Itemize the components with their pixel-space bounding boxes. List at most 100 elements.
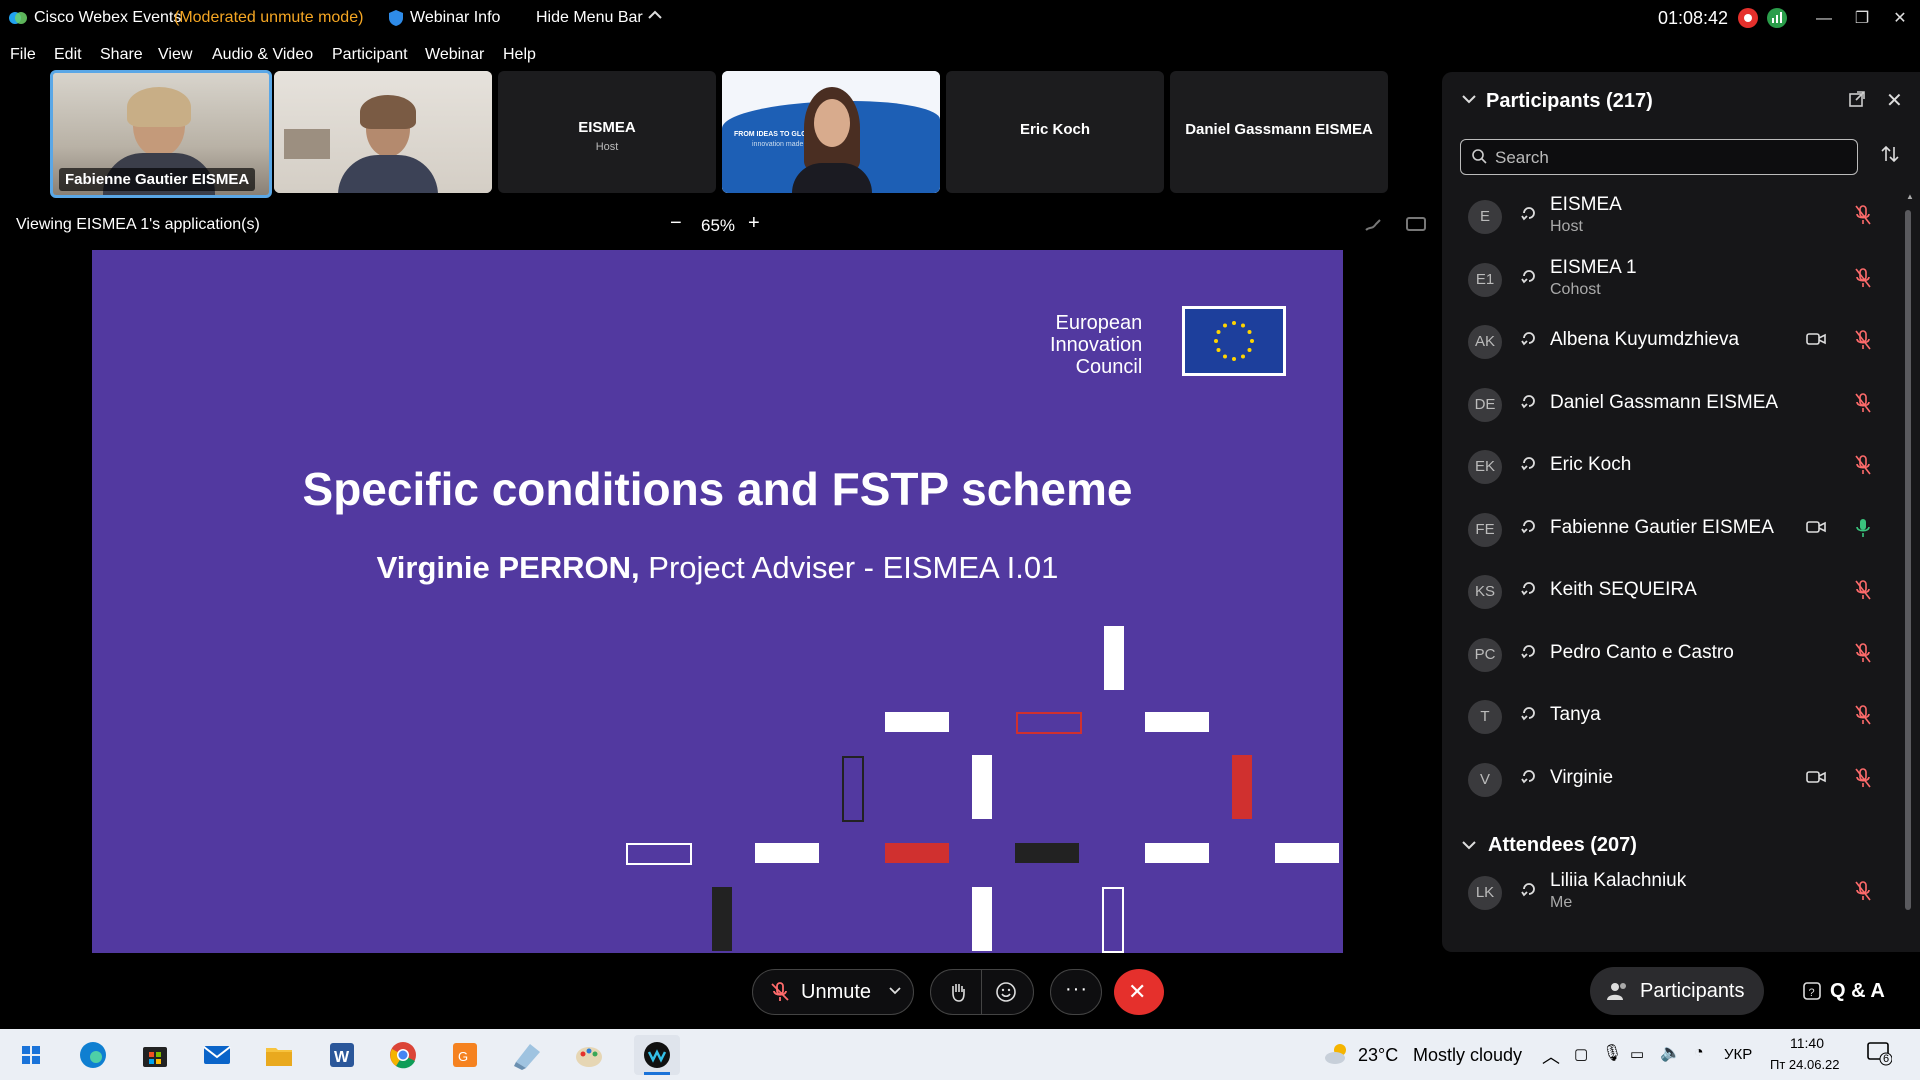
menu-view[interactable]: View <box>158 46 192 64</box>
participant-row[interactable]: EK Eric Koch <box>1442 436 1920 498</box>
mic-muted-icon[interactable] <box>1854 392 1872 419</box>
taskbar-time[interactable]: 11:40 <box>1790 1035 1824 1051</box>
microphone-tray-icon[interactable]: 🎙 <box>1602 1043 1622 1063</box>
mic-muted-icon[interactable] <box>1854 267 1872 294</box>
recording-icon[interactable] <box>1737 7 1759 34</box>
keyboard-language[interactable]: УКР <box>1724 1046 1752 1063</box>
decor-bar <box>1104 626 1124 690</box>
mail-icon[interactable] <box>200 1038 234 1072</box>
participant-row[interactable]: T Tanya <box>1442 686 1920 748</box>
sort-icon[interactable] <box>1880 144 1900 169</box>
camera-icon[interactable] <box>1806 331 1826 352</box>
participant-row[interactable]: FE Fabienne Gautier EISMEA <box>1442 499 1920 561</box>
weather-cloud-icon[interactable] <box>1322 1039 1352 1069</box>
video-tile-eismea[interactable]: EISMEA Host <box>498 71 716 193</box>
video-tile-participant-2[interactable] <box>274 71 492 193</box>
taskbar-date[interactable]: Пт 24.06.22 <box>1770 1057 1840 1072</box>
menu-file[interactable]: File <box>10 46 36 64</box>
mic-muted-icon[interactable] <box>1854 454 1872 481</box>
video-tile-fabienne[interactable]: Fabienne Gautier EISMEA <box>50 70 272 198</box>
annotate-icon[interactable] <box>1364 216 1382 239</box>
reactions-icon[interactable] <box>995 981 1017 1008</box>
chevron-up-icon[interactable] <box>646 6 664 29</box>
windows-start-icon[interactable] <box>14 1038 48 1072</box>
mic-muted-icon[interactable] <box>1854 204 1872 231</box>
webinar-info-button[interactable]: Webinar Info <box>410 9 500 27</box>
wifi-icon[interactable]: ◔ <box>1694 1044 1704 1062</box>
participant-row[interactable]: V Virginie <box>1442 749 1920 811</box>
battery-icon[interactable]: ▭ <box>1630 1045 1644 1063</box>
network-stats-icon[interactable] <box>1766 7 1788 34</box>
pdf-app-icon[interactable]: G <box>448 1038 482 1072</box>
raise-hand-icon[interactable] <box>947 981 969 1008</box>
menu-webinar[interactable]: Webinar <box>425 46 484 64</box>
slide-presenter: Virginie PERRON, Project Adviser - EISME… <box>92 550 1343 586</box>
eic-line-2: Innovation <box>1050 334 1143 356</box>
participant-row[interactable]: AK Albena Kuyumdzhieva <box>1442 311 1920 373</box>
word-icon[interactable]: W <box>324 1038 358 1072</box>
zoom-out-button[interactable]: − <box>670 212 682 235</box>
edge-icon[interactable] <box>76 1038 110 1072</box>
leave-button[interactable]: ✕ <box>1114 969 1164 1015</box>
webex-taskbar-icon[interactable] <box>634 1035 680 1075</box>
video-tile-eric-koch[interactable]: Eric Koch <box>946 71 1164 193</box>
close-window-icon[interactable]: ✕ <box>1880 6 1920 32</box>
avatar: EK <box>1468 450 1502 484</box>
mic-muted-icon[interactable] <box>1854 767 1872 794</box>
unmute-button[interactable]: Unmute <box>752 969 914 1015</box>
mic-active-icon[interactable] <box>1854 517 1872 544</box>
more-options-button[interactable]: ··· <box>1050 969 1102 1015</box>
attendees-chevron-icon[interactable] <box>1460 836 1478 859</box>
video-tile-daniel[interactable]: Daniel Gassmann EISMEA <box>1170 71 1388 193</box>
mic-muted-icon[interactable] <box>1854 642 1872 669</box>
close-panel-icon[interactable]: ✕ <box>1886 88 1903 113</box>
mic-muted-icon[interactable] <box>1854 880 1872 907</box>
panel-scrollbar[interactable]: ▲ <box>1904 186 1914 930</box>
qa-button[interactable]: ? Q & A <box>1790 967 1900 1015</box>
volume-icon[interactable]: 🔈 <box>1660 1043 1681 1063</box>
menu-participant[interactable]: Participant <box>332 46 408 64</box>
mic-muted-icon[interactable] <box>1854 704 1872 731</box>
menu-edit[interactable]: Edit <box>54 46 82 64</box>
unmute-label: Unmute <box>801 981 872 1003</box>
menu-help[interactable]: Help <box>503 46 536 64</box>
zoom-in-button[interactable]: + <box>748 212 760 235</box>
video-tile-name: Fabienne Gautier EISMEA <box>59 168 256 191</box>
collapse-chevron-icon[interactable] <box>1460 90 1478 113</box>
svg-text:?: ? <box>1809 987 1815 999</box>
camera-icon[interactable] <box>1806 769 1826 790</box>
menu-audio-video[interactable]: Audio & Video <box>212 46 313 64</box>
mic-muted-icon[interactable] <box>1854 329 1872 356</box>
svg-text:W: W <box>334 1049 350 1066</box>
store-icon[interactable] <box>138 1038 172 1072</box>
remote-control-icon[interactable] <box>1406 216 1426 239</box>
participant-row[interactable]: DE Daniel Gassmann EISMEA <box>1442 374 1920 436</box>
participant-row[interactable]: LK Liliia Kalachniuk Me <box>1442 862 1920 924</box>
chrome-icon[interactable] <box>386 1038 420 1072</box>
participant-row[interactable]: E1 EISMEA 1 Cohost <box>1442 249 1920 311</box>
tray-icon[interactable]: ▢ <box>1574 1045 1588 1063</box>
restore-icon[interactable]: ❐ <box>1842 6 1882 32</box>
hide-menu-bar-button[interactable]: Hide Menu Bar <box>536 9 643 27</box>
show-hidden-icons[interactable]: ︿ <box>1542 1043 1560 1069</box>
decor-bar <box>626 843 692 865</box>
avatar: DE <box>1468 387 1502 422</box>
menu-share[interactable]: Share <box>100 46 143 64</box>
paint-app-icon[interactable] <box>572 1038 606 1072</box>
decor-bar <box>842 756 864 822</box>
participant-row[interactable]: E EISMEA Host <box>1442 186 1920 248</box>
file-explorer-icon[interactable] <box>262 1038 296 1072</box>
notes-app-icon[interactable] <box>510 1038 544 1072</box>
chevron-down-icon[interactable] <box>887 982 903 1003</box>
participants-button[interactable]: Participants <box>1590 967 1764 1015</box>
mic-muted-icon[interactable] <box>1854 579 1872 606</box>
minimize-icon[interactable]: — <box>1804 6 1844 32</box>
participant-row[interactable]: KS Keith SEQUEIRA <box>1442 561 1920 623</box>
participant-name: Keith SEQUEIRA <box>1550 579 1697 600</box>
camera-icon[interactable] <box>1806 519 1826 540</box>
windows-taskbar: W G 23°C Mostly cloudy ︿ ▢ 🎙 ▭ 🔈 ◔ УКР 1… <box>0 1029 1920 1080</box>
participant-row[interactable]: PC Pedro Canto e Castro <box>1442 624 1920 686</box>
popout-icon[interactable] <box>1848 90 1866 113</box>
video-tile-participant-4[interactable]: FROM IDEAS TO GLOBAL MARKETS: innovation… <box>722 71 940 193</box>
search-input[interactable]: Search <box>1460 139 1858 175</box>
